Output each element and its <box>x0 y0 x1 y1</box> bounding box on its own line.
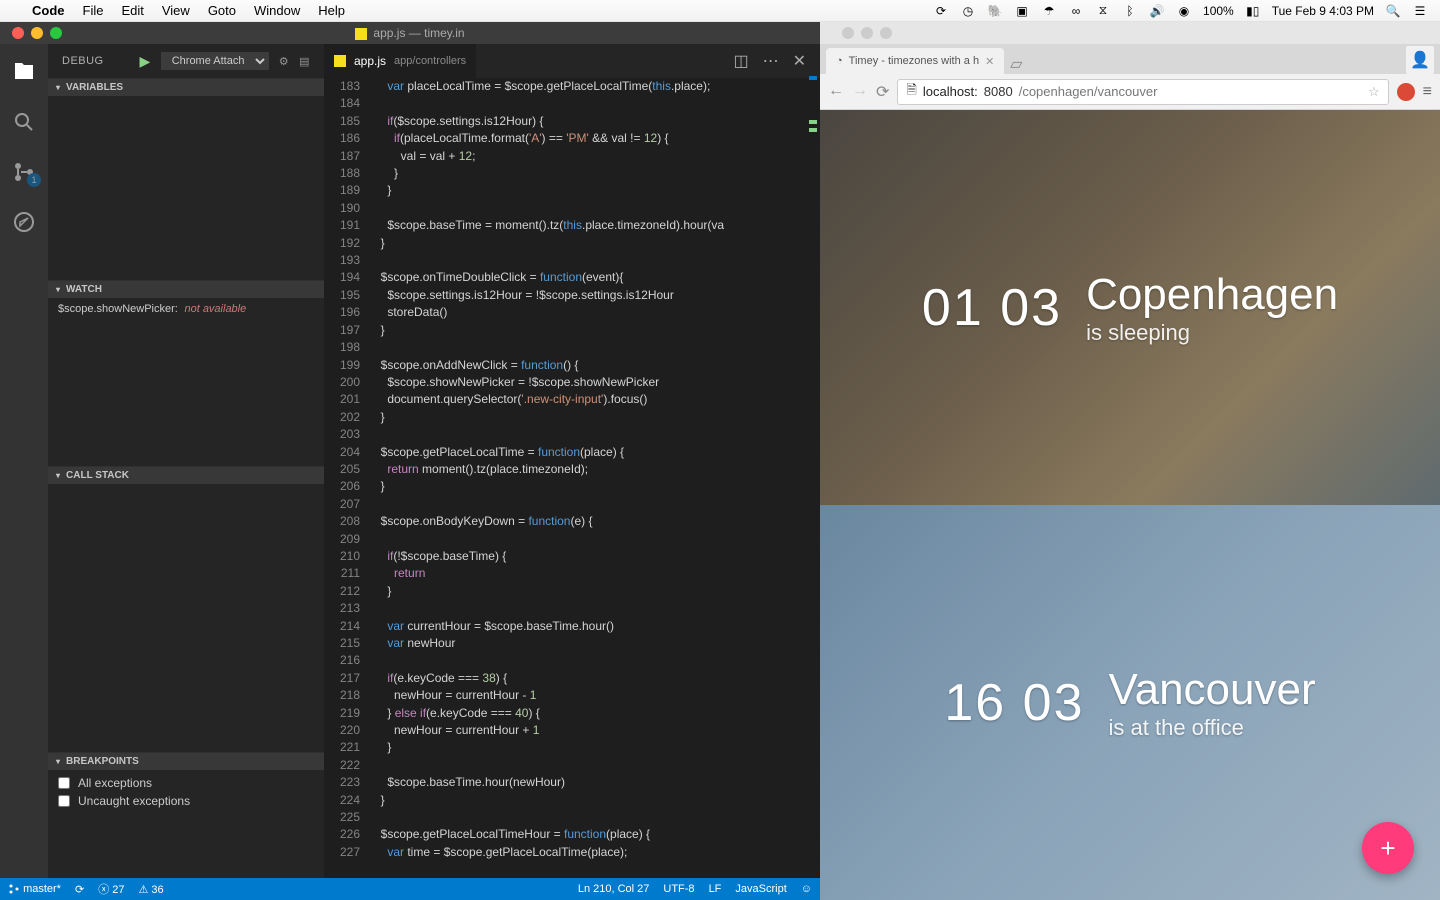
address-bar[interactable]: 🗎 localhost:8080/copenhagen/vancouver ☆ <box>897 79 1388 105</box>
city-time: 01 03 <box>922 278 1062 338</box>
editor-tab[interactable]: app.js app/controllers <box>324 44 477 78</box>
search-icon[interactable] <box>10 108 38 136</box>
close-tab-icon[interactable]: ✕ <box>985 55 994 68</box>
menu-window[interactable]: Window <box>254 3 300 18</box>
spotlight-icon[interactable]: 🔍 <box>1385 3 1401 19</box>
breakpoint-uncaught[interactable]: Uncaught exceptions <box>58 792 314 810</box>
notifications-icon[interactable]: ☰ <box>1412 3 1428 19</box>
battery-icon[interactable]: ▮▯ <box>1245 3 1261 19</box>
favicon-icon: ◔ <box>836 55 843 67</box>
extension-icon[interactable] <box>1397 83 1415 101</box>
city-panel-copenhagen[interactable]: 01 03 Copenhagen is sleeping <box>820 110 1440 505</box>
scm-badge: 1 <box>27 173 41 187</box>
vscode-titlebar: app.js — timey.in <box>0 22 820 44</box>
debug-console-icon[interactable]: ▤ <box>299 55 310 68</box>
variables-section-header[interactable]: ▾VARIABLES <box>48 79 324 96</box>
split-editor-icon[interactable]: ◫ <box>733 51 748 71</box>
profile-button[interactable]: 👤 <box>1406 46 1434 74</box>
code-editor[interactable]: var placeLocalTime = $scope.getPlaceLoca… <box>374 78 820 878</box>
line-gutter[interactable]: 183 184 185 186 187 188 189 190 191 192 … <box>324 78 374 878</box>
wifi-icon[interactable]: ◉ <box>1176 3 1192 19</box>
city-status: is at the office <box>1109 715 1316 741</box>
git-branch[interactable]: master* <box>8 883 61 895</box>
debug-settings-icon[interactable]: ⚙ <box>279 55 289 68</box>
tab-title: Timey - timezones with a h <box>849 55 979 67</box>
breakpoint-all-exceptions[interactable]: All exceptions <box>58 774 314 792</box>
app-name[interactable]: Code <box>32 3 65 18</box>
status-bar: master* ⟳ ⓧ 27 ⚠ 36 Ln 210, Col 27 UTF-8… <box>0 878 820 900</box>
macos-menubar: Code File Edit View Goto Window Help ⟳ ◷… <box>0 0 1440 22</box>
timer-icon[interactable]: ⧖ <box>1095 3 1111 19</box>
debug-config-select[interactable]: Chrome Attach <box>161 52 269 70</box>
back-button[interactable]: ← <box>828 82 844 102</box>
browser-tab[interactable]: ◔ Timey - timezones with a h ✕ <box>826 48 1004 74</box>
tab-filename: app.js <box>354 54 386 68</box>
bp-checkbox[interactable] <box>58 777 70 789</box>
eol[interactable]: LF <box>709 883 722 895</box>
minimize-window-icon[interactable] <box>861 27 873 39</box>
menu-edit[interactable]: Edit <box>121 3 143 18</box>
overview-ruler[interactable] <box>806 56 820 900</box>
activity-bar: 1 <box>0 44 48 878</box>
breakpoints-section-header[interactable]: ▾BREAKPOINTS <box>48 753 324 770</box>
close-tab-icon[interactable]: ✕ <box>793 51 806 71</box>
debug-icon[interactable] <box>10 208 38 236</box>
debug-sidebar: DEBUG ▶ Chrome Attach ⚙ ▤ ▾VARIABLES ▾WA… <box>48 44 324 878</box>
errors-count[interactable]: ⓧ 27 <box>98 881 124 897</box>
more-icon[interactable]: ⋯ <box>763 51 779 71</box>
encoding[interactable]: UTF-8 <box>663 883 694 895</box>
city-name: Vancouver <box>1109 665 1316 715</box>
zoom-window-icon[interactable] <box>880 27 892 39</box>
city-time: 16 03 <box>944 673 1084 733</box>
start-debug-button[interactable]: ▶ <box>139 53 150 70</box>
close-window-icon[interactable] <box>842 27 854 39</box>
city-status: is sleeping <box>1086 320 1338 346</box>
watch-section-header[interactable]: ▾WATCH <box>48 281 324 298</box>
language-mode[interactable]: JavaScript <box>735 883 786 895</box>
evernote-icon[interactable]: 🐘 <box>987 3 1003 19</box>
umbrella-icon[interactable]: ☂ <box>1041 3 1057 19</box>
editor-area: app.js app/controllers ◫ ⋯ ✕ 183 184 185… <box>324 44 820 878</box>
bookmark-icon[interactable]: ☆ <box>1368 84 1380 100</box>
js-file-icon <box>334 55 346 67</box>
sync-icon[interactable]: ⟳ <box>933 3 949 19</box>
window-title: app.js — timey.in <box>373 26 464 40</box>
reload-button[interactable]: ⟳ <box>876 82 889 102</box>
js-file-icon <box>355 28 367 40</box>
menu-view[interactable]: View <box>162 3 190 18</box>
browser-toolbar: ← → ⟳ 🗎 localhost:8080/copenhagen/vancou… <box>820 74 1440 110</box>
dropbox-icon[interactable]: ▣ <box>1014 3 1030 19</box>
tab-path: app/controllers <box>394 55 466 67</box>
city-panel-vancouver[interactable]: 16 03 Vancouver is at the office <box>820 505 1440 900</box>
cc-icon[interactable]: ∞ <box>1068 3 1084 19</box>
bluetooth-icon[interactable]: ᛒ <box>1122 3 1138 19</box>
cursor-position[interactable]: Ln 210, Col 27 <box>578 883 650 895</box>
city-name: Copenhagen <box>1086 270 1338 320</box>
browser-titlebar <box>820 22 1440 44</box>
new-tab-button[interactable]: ▱ <box>1004 54 1028 74</box>
menu-file[interactable]: File <box>83 3 104 18</box>
vscode-window: app.js — timey.in 1 DEBUG ▶ Chrome Attac… <box>0 22 820 900</box>
tab-strip: ◔ Timey - timezones with a h ✕ ▱ 👤 <box>820 44 1440 74</box>
warnings-count[interactable]: ⚠ 36 <box>139 883 164 896</box>
forward-button[interactable]: → <box>852 82 868 102</box>
battery-percent: 100% <box>1203 4 1234 18</box>
watch-expression[interactable]: $scope.showNewPicker: not available <box>58 302 314 315</box>
menu-help[interactable]: Help <box>318 3 345 18</box>
debug-title: DEBUG <box>62 55 104 67</box>
add-city-button[interactable]: + <box>1362 822 1414 874</box>
explorer-icon[interactable] <box>10 58 38 86</box>
bp-checkbox[interactable] <box>58 795 70 807</box>
chrome-window: ◔ Timey - timezones with a h ✕ ▱ 👤 ← → ⟳… <box>820 22 1440 900</box>
menu-goto[interactable]: Goto <box>208 3 236 18</box>
clock-text[interactable]: Tue Feb 9 4:03 PM <box>1272 4 1374 18</box>
menu-icon[interactable]: ≡ <box>1423 83 1432 101</box>
source-control-icon[interactable]: 1 <box>10 158 38 186</box>
volume-icon[interactable]: 🔊 <box>1149 3 1165 19</box>
callstack-section-header[interactable]: ▾CALL STACK <box>48 467 324 484</box>
sync-button[interactable]: ⟳ <box>75 883 84 896</box>
page-content: 01 03 Copenhagen is sleeping 16 03 Vanco… <box>820 110 1440 900</box>
site-info-icon[interactable]: 🗎 <box>906 81 916 103</box>
clock-icon[interactable]: ◷ <box>960 3 976 19</box>
